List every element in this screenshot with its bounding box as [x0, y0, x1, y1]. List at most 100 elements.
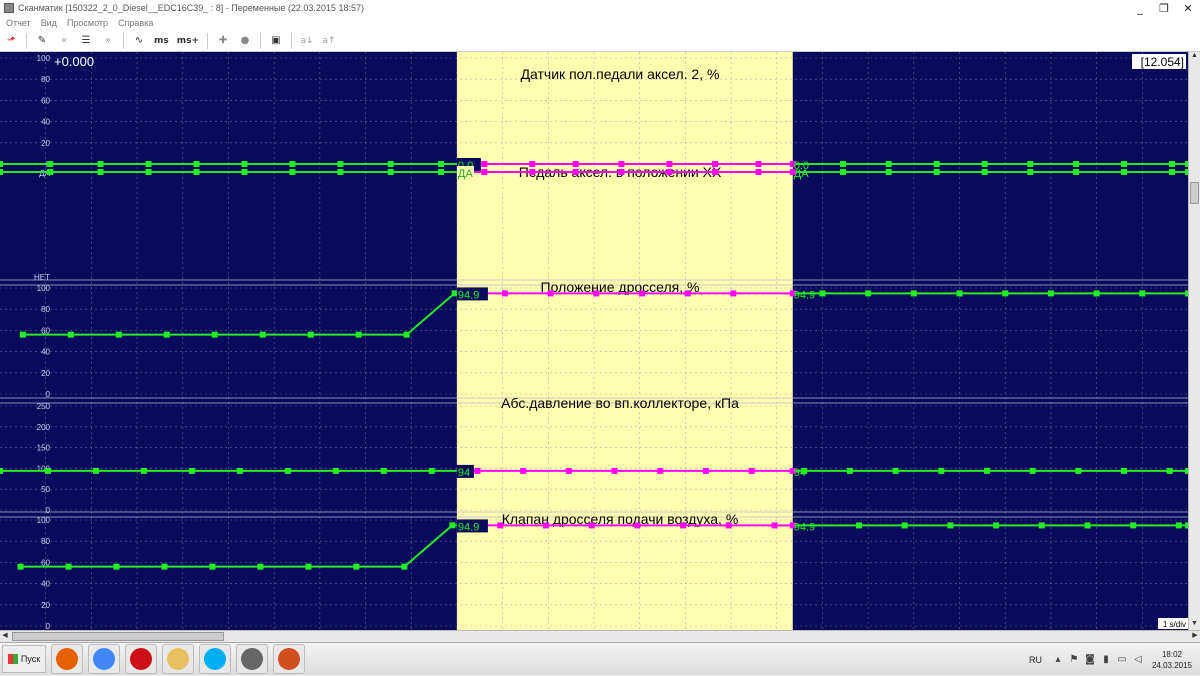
rewind-icon[interactable]: «: [55, 32, 73, 50]
data-point: [638, 290, 645, 297]
scale-label: 1 s/div: [1163, 620, 1186, 629]
data-point: [712, 169, 719, 175]
back-arrow-icon[interactable]: ⬏: [2, 32, 20, 50]
clock-time: 18:02: [1161, 649, 1182, 659]
data-point: [910, 290, 917, 297]
language-indicator[interactable]: RU: [1029, 655, 1042, 665]
y-tick-label: 200: [37, 423, 51, 432]
data-point: [47, 161, 54, 167]
data-point: [284, 467, 291, 474]
battery-icon[interactable]: ▭: [1116, 654, 1128, 666]
data-point: [529, 169, 536, 175]
forward-icon[interactable]: »: [99, 32, 117, 50]
y-tick-label: 0: [46, 390, 51, 399]
vertical-scrollbar[interactable]: ▲ ▼: [1188, 52, 1200, 630]
data-point: [19, 331, 26, 338]
skype-taskbar-button[interactable]: [199, 644, 231, 674]
data-point: [428, 467, 435, 474]
folder-taskbar-button[interactable]: [162, 644, 194, 674]
marker-icon[interactable]: ✚: [214, 32, 232, 50]
y-tick-label: 40: [41, 580, 50, 589]
data-point: [593, 290, 600, 297]
edit-icon[interactable]: ✎: [33, 32, 51, 50]
record-icon[interactable]: ●: [236, 32, 254, 50]
data-point: [437, 161, 444, 167]
window-title: Сканматик [150322_2_0_Diesel__EDC16C39_ …: [18, 3, 364, 13]
ms-plus-button[interactable]: ms+: [175, 32, 201, 50]
device-icon[interactable]: ◙: [1084, 654, 1096, 666]
data-point: [840, 169, 847, 175]
data-point: [846, 467, 853, 474]
clock-date: 24.03.2015: [1151, 660, 1192, 670]
data-point: [193, 161, 200, 167]
horizontal-scroll-thumb[interactable]: [12, 632, 224, 641]
firefox-taskbar-button[interactable]: [51, 644, 83, 674]
data-point: [1084, 522, 1091, 529]
data-point: [702, 467, 709, 474]
font-smaller-button[interactable]: a↓: [298, 32, 316, 50]
save-icon[interactable]: ▣: [267, 32, 285, 50]
restore-button[interactable]: ❐: [1152, 0, 1176, 16]
skype-icon: [204, 648, 226, 670]
data-point: [840, 161, 847, 167]
y-tick-label: 80: [41, 537, 50, 546]
data-point: [0, 169, 3, 175]
minimize-button[interactable]: _: [1128, 0, 1152, 16]
data-point: [163, 331, 170, 338]
chrome-taskbar-button[interactable]: [88, 644, 120, 674]
network-icon[interactable]: ▮: [1100, 654, 1112, 666]
scroll-right-icon[interactable]: ▶: [1190, 631, 1200, 642]
title-bar: Сканматик [150322_2_0_Diesel__EDC16C39_ …: [0, 0, 1200, 16]
data-point: [337, 161, 344, 167]
font-larger-button[interactable]: a↑: [320, 32, 338, 50]
start-button[interactable]: Пуск: [2, 645, 46, 673]
app-taskbar-button[interactable]: [236, 644, 268, 674]
task-apps: [46, 644, 305, 674]
ms-button[interactable]: ms: [152, 32, 171, 50]
opera-taskbar-button[interactable]: [125, 644, 157, 674]
wave-icon[interactable]: ∿: [130, 32, 148, 50]
data-point: [947, 522, 954, 529]
menu-browse[interactable]: Просмотр: [67, 18, 108, 28]
data-point: [1075, 467, 1082, 474]
horizontal-scrollbar[interactable]: ◀ ▶: [0, 630, 1200, 642]
data-point: [1121, 161, 1128, 167]
app-icon: [241, 648, 263, 670]
close-button[interactable]: ✕: [1176, 0, 1200, 16]
menu-report[interactable]: Отчет: [6, 18, 31, 28]
volume-icon[interactable]: ◁: [1132, 654, 1144, 666]
scroll-left-icon[interactable]: ◀: [0, 631, 10, 642]
show-hidden-icon[interactable]: ▴: [1052, 654, 1064, 666]
data-point: [307, 331, 314, 338]
selection-region[interactable]: [456, 52, 793, 630]
vertical-scroll-thumb[interactable]: [1190, 182, 1199, 204]
windows-logo-icon: [7, 654, 18, 664]
scroll-down-icon[interactable]: ▼: [1189, 620, 1200, 630]
y-tick-label: 40: [41, 348, 50, 357]
scanmatik-taskbar-button[interactable]: [273, 644, 305, 674]
y-tick-label: 50: [41, 485, 50, 494]
y-tick-label: 40: [41, 118, 50, 127]
data-point: [1002, 290, 1009, 297]
flag-icon[interactable]: ⚑: [1068, 654, 1080, 666]
list-icon[interactable]: ☰: [77, 32, 95, 50]
data-point: [0, 161, 3, 167]
selection-readout: 94: [458, 467, 470, 479]
window-controls: _ ❐ ✕: [1128, 0, 1200, 16]
data-point: [1029, 467, 1036, 474]
clock[interactable]: 18:02 24.03.2015: [1152, 649, 1192, 671]
menu-view[interactable]: Вид: [41, 18, 57, 28]
data-point: [933, 169, 940, 175]
data-point: [588, 522, 595, 529]
folder-icon: [167, 648, 189, 670]
data-point: [680, 522, 687, 529]
data-point: [209, 563, 216, 570]
data-point: [572, 169, 579, 175]
data-point: [684, 290, 691, 297]
data-point: [933, 161, 940, 167]
data-point: [981, 169, 988, 175]
cursor-readout: 94.9: [794, 289, 815, 301]
scroll-up-icon[interactable]: ▲: [1189, 52, 1200, 62]
menu-help[interactable]: Справка: [118, 18, 153, 28]
chart-area[interactable]: 100806040200Датчик пол.педали аксел. 2, …: [0, 52, 1188, 630]
